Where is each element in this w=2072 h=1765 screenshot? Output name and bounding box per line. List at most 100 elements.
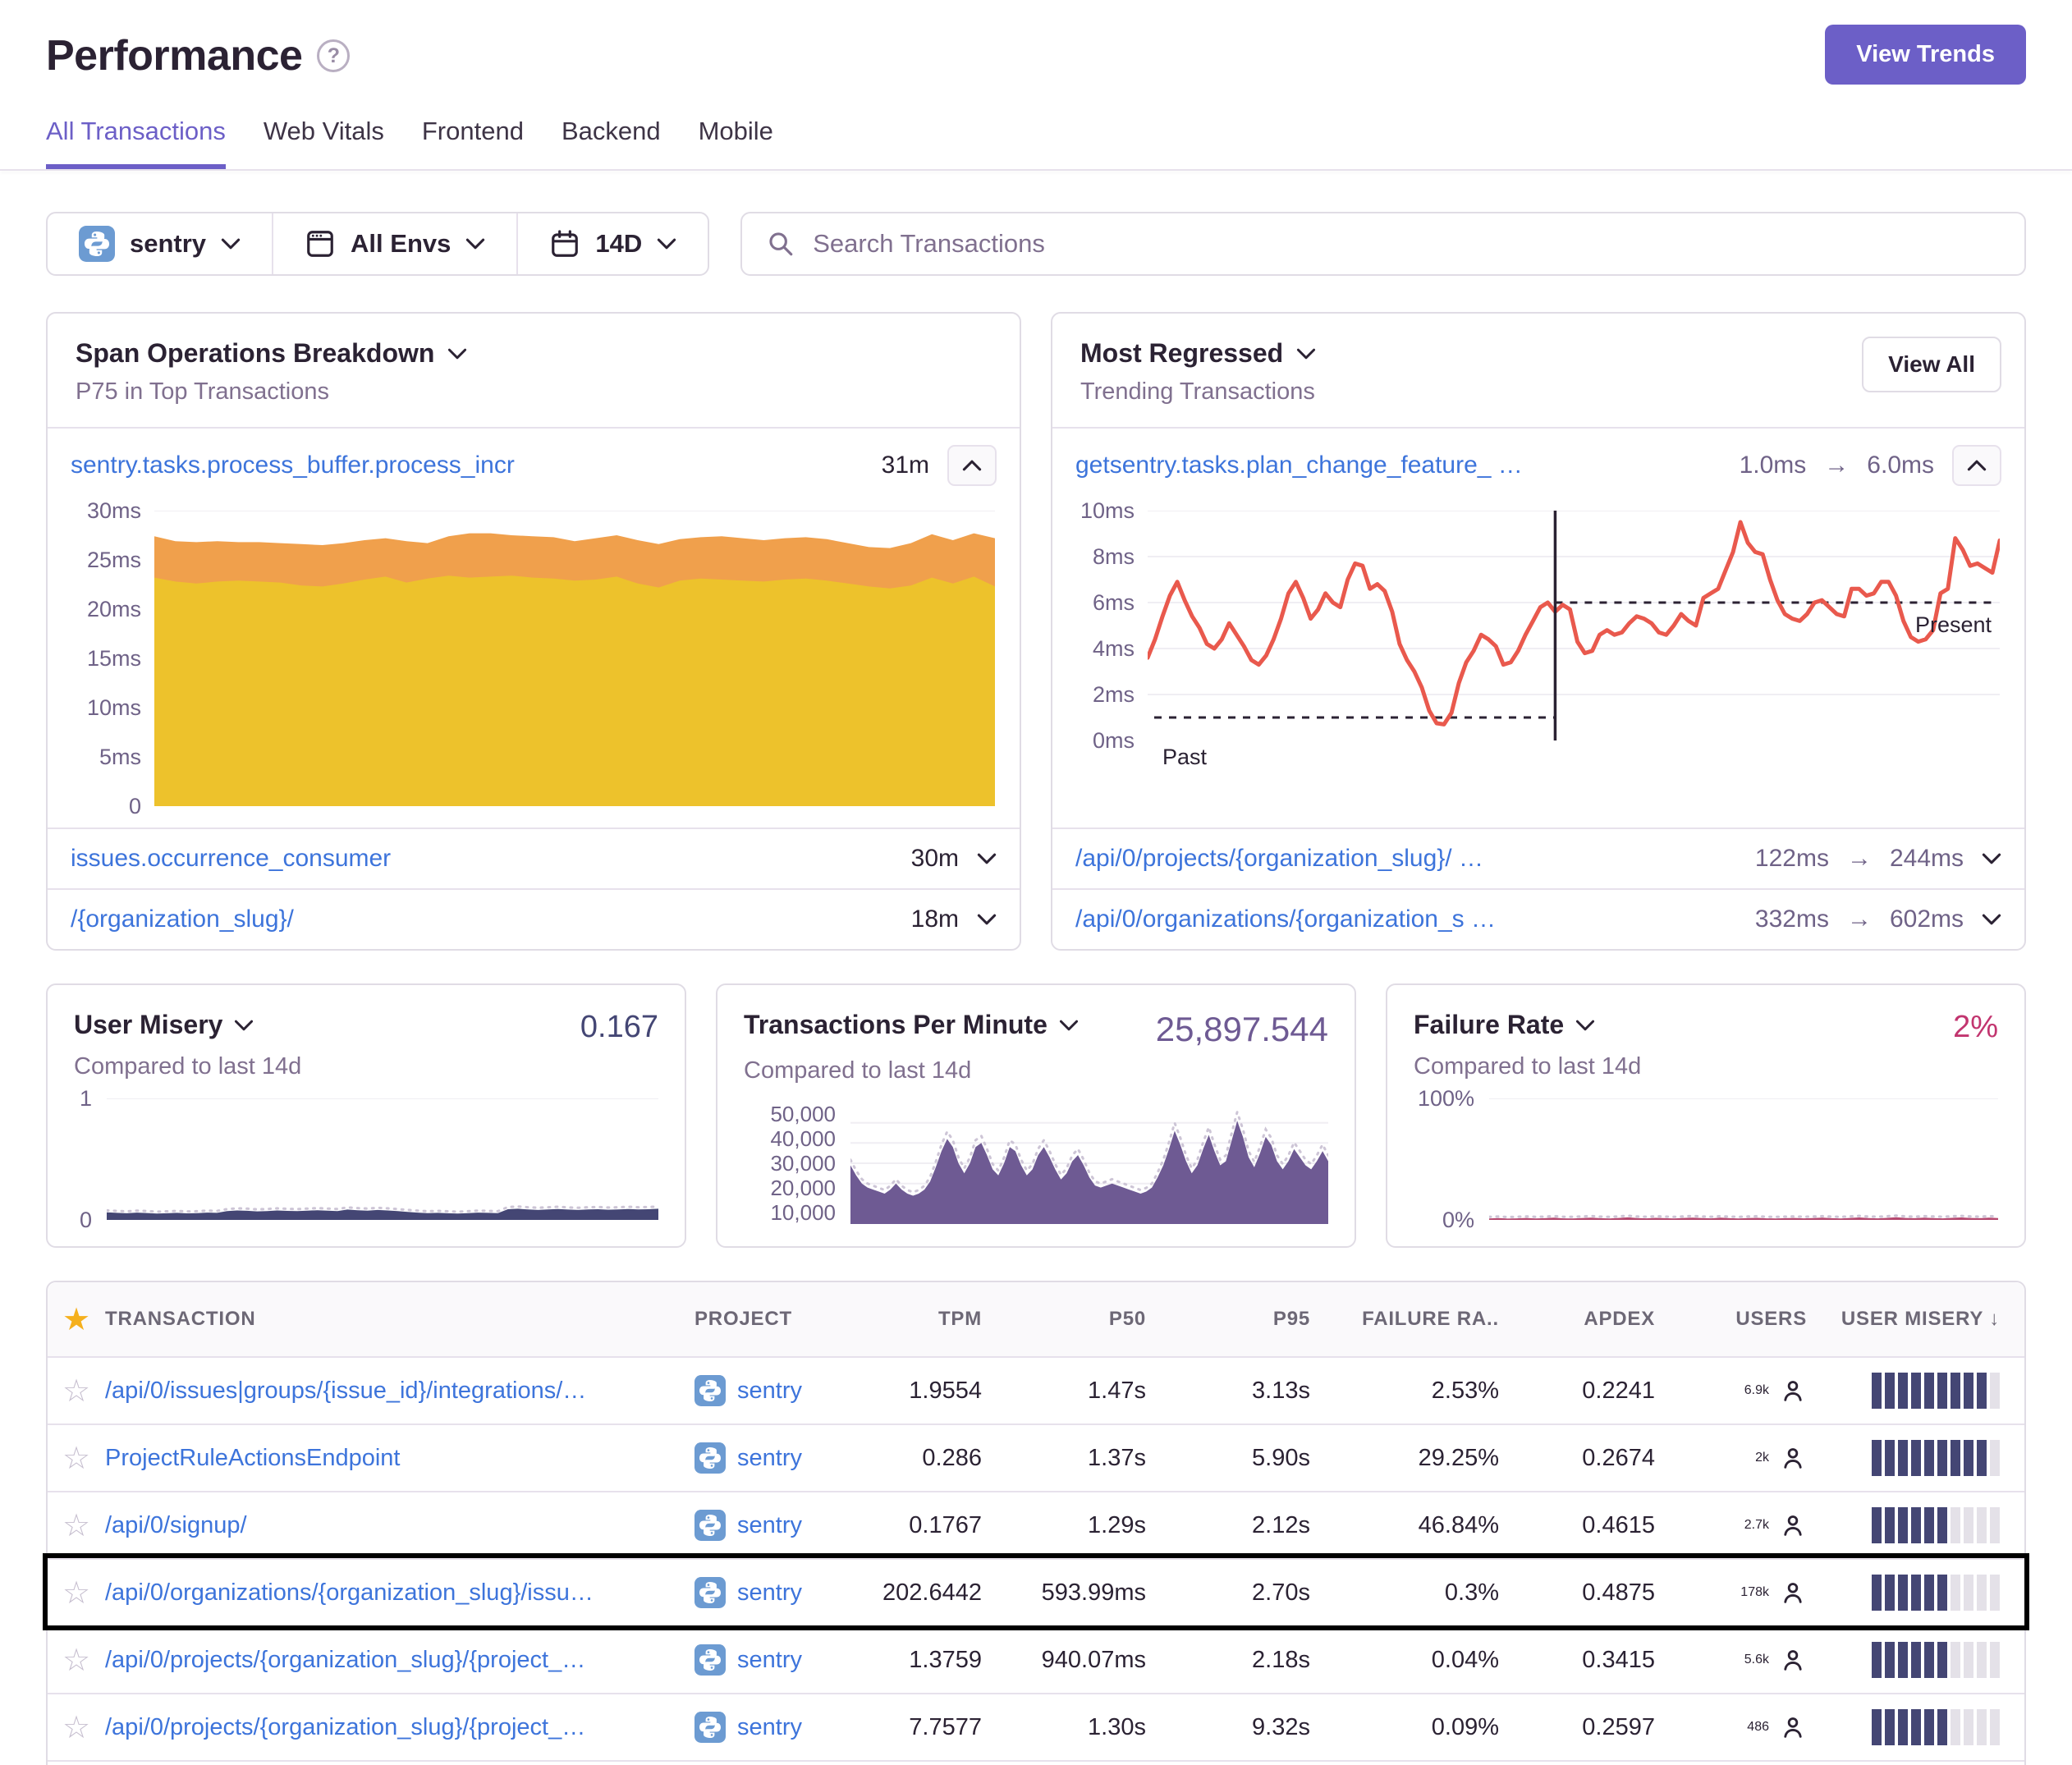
favorite-star-icon[interactable]: ☆	[62, 1709, 90, 1746]
span-operation-link[interactable]: sentry.tasks.process_buffer.process_incr	[71, 452, 515, 479]
table-row[interactable]: ☆/api/0/organizations/{organization_slug…	[48, 1760, 2024, 1765]
column-header-user-misery[interactable]: USER MISERY ↓	[1831, 1308, 2024, 1331]
column-header-transaction[interactable]: TRANSACTION	[105, 1308, 694, 1331]
span-operations-list: issues.occurrence_consumer 30m /{organiz…	[48, 827, 1020, 949]
page-header: Performance ? View Trends All Transactio…	[0, 0, 2072, 169]
column-header-p50[interactable]: P50	[1006, 1308, 1171, 1331]
tab-mobile[interactable]: Mobile	[699, 117, 773, 169]
view-trends-button[interactable]: View Trends	[1825, 25, 2026, 85]
regressed-transaction-link[interactable]: /api/0/projects/{organization_slug}/ …	[1075, 845, 1483, 873]
chevron-down-icon	[221, 237, 241, 250]
users-icon	[1779, 1713, 1807, 1741]
users-icon	[1779, 1377, 1807, 1405]
p95-cell: 2.12s	[1171, 1512, 1335, 1539]
regressed-transaction-link[interactable]: getsentry.tasks.plan_change_feature_ …	[1075, 452, 1523, 479]
favorite-star-icon[interactable]: ☆	[62, 1507, 90, 1544]
failure-rate-panel: Failure Rate 2% Compared to last 14d 100…	[1386, 983, 2026, 1248]
table-row[interactable]: ☆/api/0/signup/sentry0.17671.29s2.12s46.…	[48, 1491, 2024, 1558]
tpm-subtitle: Compared to last 14d	[744, 1057, 1328, 1084]
page-filter-group: sentry All Envs 14D	[46, 212, 709, 276]
user-misery-title-selector[interactable]: User Misery	[74, 1010, 254, 1040]
regression-to-value: 6.0ms	[1867, 452, 1934, 479]
column-header-apdex[interactable]: APDEX	[1524, 1308, 1680, 1331]
regressed-transaction-link[interactable]: /api/0/organizations/{organization_s …	[1075, 905, 1496, 933]
project-selector[interactable]: sentry	[48, 213, 272, 274]
transaction-link[interactable]: ProjectRuleActionsEndpoint	[105, 1445, 694, 1472]
user-misery-subtitle: Compared to last 14d	[74, 1053, 658, 1080]
transaction-link[interactable]: /api/0/issues|groups/{issue_id}/integrat…	[105, 1378, 694, 1405]
apdex-cell: 0.4875	[1524, 1579, 1680, 1607]
users-cell: 486	[1680, 1713, 1831, 1741]
transaction-link[interactable]: /api/0/projects/{organization_slug}/{pro…	[105, 1647, 694, 1674]
column-header-project[interactable]: PROJECT	[694, 1308, 867, 1331]
expand-chevron-icon[interactable]	[977, 913, 997, 926]
column-header-tpm[interactable]: TPM	[867, 1308, 1006, 1331]
most-regressed-title-selector[interactable]: Most Regressed	[1080, 338, 1996, 369]
transaction-link[interactable]: /api/0/organizations/{organization_slug}…	[105, 1579, 694, 1607]
project-link[interactable]: sentry	[737, 1647, 802, 1674]
tpm-value: 25,897.544	[1156, 1010, 1328, 1049]
column-header-failure-rate[interactable]: FAILURE RA..	[1335, 1308, 1524, 1331]
regressed-chart-y-axis: 10ms8ms 6ms4ms 2ms0ms	[1069, 511, 1148, 740]
table-row[interactable]: ☆ /api/0/projects/{organization_slug}/{pr…	[48, 1625, 2024, 1693]
arrow-right-icon: →	[1847, 845, 1872, 873]
tab-web-vitals[interactable]: Web Vitals	[264, 117, 384, 169]
expand-chevron-icon[interactable]	[1982, 852, 2001, 865]
span-operation-link[interactable]: /{organization_slug}/	[71, 905, 294, 933]
sort-descending-icon: ↓	[1989, 1308, 2000, 1330]
table-row[interactable]: ☆ProjectRuleActionsEndpointsentry0.2861.…	[48, 1423, 2024, 1491]
table-row[interactable]: ☆ /api/0/projects/{organization_slug}/{pr…	[48, 1693, 2024, 1760]
tpm-cell: 1.3759	[867, 1647, 1006, 1674]
environment-selector[interactable]: All Envs	[272, 213, 516, 274]
favorite-star-icon[interactable]: ☆	[62, 1440, 90, 1477]
favorite-star-icon[interactable]: ☆	[62, 1642, 90, 1679]
expand-chevron-icon[interactable]	[977, 852, 997, 865]
regressed-collapsed-row: /api/0/organizations/{organization_s … 3…	[1052, 888, 2024, 949]
favorite-star-icon[interactable]: ☆	[62, 1373, 90, 1410]
python-project-icon	[79, 226, 115, 262]
project-link[interactable]: sentry	[737, 1512, 802, 1539]
failure-rate-title-selector[interactable]: Failure Rate	[1414, 1010, 1595, 1040]
tpm-title-selector[interactable]: Transactions Per Minute	[744, 1010, 1079, 1040]
users-icon	[1779, 1579, 1807, 1607]
transaction-link[interactable]: /api/0/projects/{organization_slug}/{pro…	[105, 1714, 694, 1741]
favorite-star-icon[interactable]: ☆	[62, 1575, 90, 1611]
span-operations-title-selector[interactable]: Span Operations Breakdown	[76, 338, 992, 369]
expand-chevron-icon[interactable]	[1982, 913, 2001, 926]
span-operation-link[interactable]: issues.occurrence_consumer	[71, 845, 391, 873]
failure-rate-cell: 2.53%	[1335, 1378, 1524, 1405]
search-transactions-input[interactable]: Search Transactions	[740, 212, 2026, 276]
user-misery-chart	[107, 1098, 658, 1220]
project-link[interactable]: sentry	[737, 1579, 802, 1607]
table-row-selected[interactable]: ☆ /api/0/organizations/{organization_slug…	[48, 1558, 2024, 1625]
column-header-p95[interactable]: P95	[1171, 1308, 1335, 1331]
table-row[interactable]: ☆ /api/0/issues|groups/{issue_id}/integra…	[48, 1356, 2024, 1423]
users-cell: 178k	[1680, 1579, 1831, 1607]
collapse-button[interactable]	[1952, 445, 2001, 486]
date-range-selector[interactable]: 14D	[516, 213, 708, 274]
project-selector-label: sentry	[130, 229, 206, 259]
span-chart-y-axis: 30ms25ms 20ms15ms 10ms5ms 0	[64, 511, 154, 806]
python-project-icon	[694, 1442, 726, 1474]
user-misery-panel: User Misery 0.167 Compared to last 14d 1…	[46, 983, 686, 1248]
present-label: Present	[1915, 612, 1992, 638]
view-all-button[interactable]: View All	[1862, 337, 2001, 392]
chevron-down-icon	[1575, 1019, 1595, 1032]
python-project-icon	[694, 1712, 726, 1743]
tab-backend[interactable]: Backend	[562, 117, 661, 169]
users-cell: 5.6k	[1680, 1646, 1831, 1674]
user-misery-bars	[1831, 1373, 2024, 1409]
project-link[interactable]: sentry	[737, 1445, 802, 1472]
users-cell: 6.9k	[1680, 1377, 1831, 1405]
project-link[interactable]: sentry	[737, 1714, 802, 1741]
collapse-button[interactable]	[947, 445, 997, 486]
project-link[interactable]: sentry	[737, 1378, 802, 1405]
failure-rate-cell: 0.3%	[1335, 1579, 1524, 1607]
column-header-users[interactable]: USERS	[1680, 1308, 1831, 1331]
transaction-link[interactable]: /api/0/signup/	[105, 1512, 694, 1539]
star-column-header-icon[interactable]: ★	[62, 1301, 90, 1338]
tab-frontend[interactable]: Frontend	[422, 117, 524, 169]
tab-all-transactions[interactable]: All Transactions	[46, 117, 226, 169]
chevron-down-icon	[657, 237, 676, 250]
help-icon[interactable]: ?	[317, 39, 350, 72]
